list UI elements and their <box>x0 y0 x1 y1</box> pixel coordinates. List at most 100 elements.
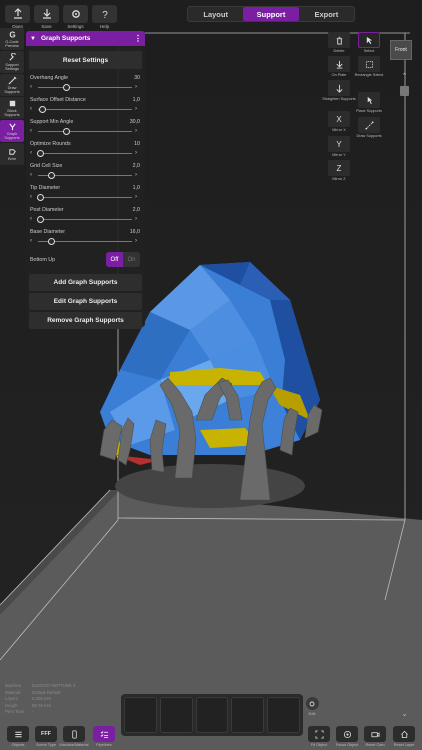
toggle-off-option[interactable]: Off <box>106 252 123 267</box>
objects-button[interactable]: Objects <box>6 726 30 747</box>
chevron-left-icon[interactable]: ‹ <box>30 127 35 135</box>
more-options-icon[interactable]: ⋮ <box>134 34 142 43</box>
chevron-left-icon[interactable]: ‹ <box>30 83 35 91</box>
chevron-left-icon[interactable]: ‹ <box>30 149 35 157</box>
object-slot[interactable] <box>195 697 229 733</box>
param-value[interactable]: 10 <box>134 141 140 147</box>
chevron-right-icon[interactable]: › <box>135 105 140 113</box>
param-value[interactable]: 1,0 <box>133 97 140 103</box>
param-slider[interactable]: ‹ › <box>30 127 140 135</box>
param-value[interactable]: 16,0 <box>130 229 140 235</box>
remove-graph-supports-button[interactable]: Remove Graph Supports <box>29 312 142 329</box>
on-plate-tool[interactable]: On Plate <box>327 56 351 77</box>
chevron-right-icon[interactable]: › <box>135 237 140 245</box>
object-slot[interactable] <box>159 697 193 733</box>
chevron-right-icon[interactable]: › <box>135 215 140 223</box>
slider-track[interactable] <box>37 215 132 223</box>
help-button[interactable]: ? Help <box>91 5 118 29</box>
param-slider[interactable]: ‹ › <box>30 171 140 179</box>
slider-track[interactable] <box>38 127 132 135</box>
add-graph-supports-button[interactable]: Add Graph Supports <box>29 274 142 291</box>
chevron-down-icon[interactable]: ⌄ <box>399 710 410 718</box>
slider-knob[interactable] <box>39 105 47 113</box>
param-slider[interactable]: ‹ › <box>30 83 140 91</box>
place-supports-tool[interactable]: Place Supports <box>356 92 382 113</box>
chevron-right-icon[interactable]: › <box>135 171 140 179</box>
object-slot[interactable] <box>267 697 300 733</box>
slider-knob[interactable] <box>62 83 70 91</box>
chevron-left-icon[interactable]: ‹ <box>30 105 35 113</box>
layer-scrollbar[interactable]: ⌃ ⌄ <box>399 72 410 718</box>
slider-track[interactable] <box>37 193 132 201</box>
open-button[interactable]: Open <box>4 5 31 29</box>
param-tip-diameter: Tip Diameter 1,0 ‹ › <box>30 185 140 201</box>
chevron-right-icon[interactable]: › <box>135 83 140 91</box>
param-slider[interactable]: ‹ › <box>30 237 140 245</box>
machine-material-button[interactable]: Machine/Material <box>60 726 88 747</box>
chevron-left-icon[interactable]: ‹ <box>30 193 35 201</box>
slider-knob[interactable] <box>47 237 55 245</box>
mirror-z-tool[interactable]: Z Mirror Z <box>327 160 351 181</box>
slider-knob[interactable] <box>37 215 44 223</box>
edit-button[interactable]: Edit <box>305 697 319 716</box>
edit-graph-supports-button[interactable]: Edit Graph Supports <box>29 293 142 310</box>
object-slot[interactable] <box>231 697 265 733</box>
slider-knob[interactable] <box>62 127 70 135</box>
tab-layout[interactable]: Layout <box>188 7 243 21</box>
slider-knob[interactable] <box>47 171 55 179</box>
focus-object-button[interactable]: Focus Object <box>335 726 359 747</box>
chevron-up-icon[interactable]: ⌃ <box>399 72 410 80</box>
param-value[interactable]: 1,0 <box>133 185 140 191</box>
chevron-right-icon[interactable]: › <box>135 149 140 157</box>
view-cube[interactable]: Front <box>390 40 412 60</box>
param-slider[interactable]: ‹ › <box>30 215 140 223</box>
save-button[interactable]: Save <box>33 5 60 29</box>
mirror-y-tool[interactable]: Y Mirror Y <box>327 136 351 157</box>
chevron-right-icon[interactable]: › <box>135 127 140 135</box>
slider-knob[interactable] <box>37 149 44 157</box>
object-slot[interactable] <box>124 697 157 733</box>
rectangle-select-tool[interactable]: Rectangle Select <box>355 56 383 77</box>
delete-tool[interactable]: Delete <box>327 32 351 53</box>
chevron-right-icon[interactable]: › <box>135 193 140 201</box>
param-value[interactable]: 30,0 <box>130 119 140 125</box>
slider-track[interactable] <box>38 171 132 179</box>
reset-layer-button[interactable]: Reset Layer <box>392 726 416 747</box>
param-slider[interactable]: ‹ › <box>30 149 140 157</box>
panel-header[interactable]: ▼ Graph Supports ⋮ <box>26 31 145 46</box>
bottom-up-toggle[interactable]: Off On <box>106 252 140 267</box>
settings-button[interactable]: Settings <box>62 5 89 29</box>
tab-support[interactable]: Support <box>243 7 299 21</box>
mirror-x-tool[interactable]: X Mirror X <box>327 111 351 132</box>
reset-settings-button[interactable]: Reset Settings <box>29 51 142 69</box>
sidebar-item-brim[interactable]: Brim <box>0 143 24 165</box>
slider-track[interactable] <box>38 83 132 91</box>
fit-object-button[interactable]: Fit Object <box>307 726 331 747</box>
sidebar-item-block-supports[interactable]: Block Supports <box>0 97 24 119</box>
param-value[interactable]: 2,0 <box>133 207 140 213</box>
slider-track[interactable] <box>38 105 132 113</box>
reset-cam-button[interactable]: Reset Cam <box>363 726 387 747</box>
param-slider[interactable]: ‹ › <box>30 193 140 201</box>
straighten-supports-tool[interactable]: Straighten Supports <box>322 80 356 101</box>
slider-knob[interactable] <box>37 193 44 201</box>
param-value[interactable]: 30 <box>134 75 140 81</box>
draw-supports-tool[interactable]: Draw Supports <box>356 117 382 138</box>
pipelines-button[interactable]: Pipelines <box>92 726 116 747</box>
tab-export[interactable]: Export <box>299 7 354 21</box>
sidebar-item-draw-supports[interactable]: Draw Supports <box>0 74 24 96</box>
slider-track[interactable] <box>38 237 132 245</box>
param-value[interactable]: 2,0 <box>133 163 140 169</box>
chevron-left-icon[interactable]: ‹ <box>30 171 35 179</box>
slider-track[interactable] <box>37 149 132 157</box>
param-slider[interactable]: ‹ › <box>30 105 140 113</box>
toggle-on-option[interactable]: On <box>123 252 140 267</box>
sidebar-item-graph-supports[interactable]: Graph Supports <box>0 120 24 142</box>
sidebar-item-support-settings[interactable]: Support Settings <box>0 51 24 73</box>
chevron-left-icon[interactable]: ‹ <box>30 237 35 245</box>
select-tool[interactable]: Select <box>357 32 381 53</box>
scroll-thumb[interactable] <box>400 86 409 96</box>
sidebar-item-gcode-preview[interactable]: G G-Code Preview <box>0 28 24 50</box>
scene-type-button[interactable]: FFF Scene Type <box>34 726 58 747</box>
chevron-left-icon[interactable]: ‹ <box>30 215 35 223</box>
